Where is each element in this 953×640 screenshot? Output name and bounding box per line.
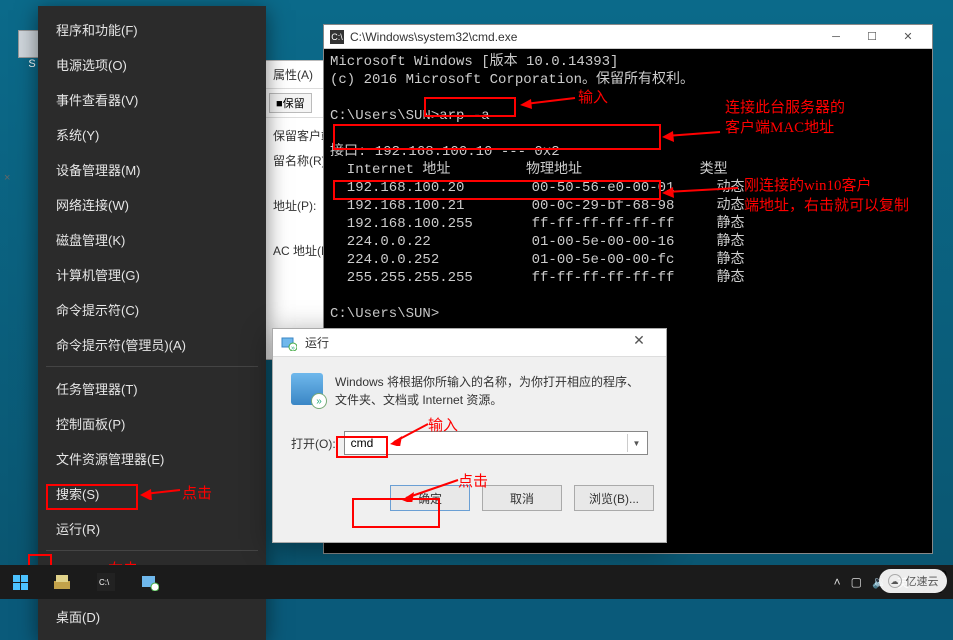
run-icon: »	[281, 335, 297, 351]
tray-chevron-icon[interactable]: ˄	[834, 575, 841, 589]
menu-item-control-panel[interactable]: 控制面板(P)	[38, 406, 266, 441]
menu-item-explorer[interactable]: 文件资源管理器(E)	[38, 441, 266, 476]
menu-item-system[interactable]: 系统(Y)	[38, 117, 266, 152]
run-input[interactable]: cmd ▼	[344, 431, 648, 455]
menu-item-task-manager[interactable]: 任务管理器(T)	[38, 371, 266, 406]
menu-item-network-connections[interactable]: 网络连接(W)	[38, 187, 266, 222]
dropdown-icon[interactable]: ▼	[627, 434, 645, 452]
taskbar: C:\ ˄ ▢ 🔉 英 13:59 201	[0, 565, 953, 599]
menu-item-device-manager[interactable]: 设备管理器(M)	[38, 152, 266, 187]
cmd-title-text: C:\Windows\system32\cmd.exe	[350, 30, 818, 44]
open-label: 打开(O):	[291, 435, 336, 452]
browse-button[interactable]: 浏览(B)...	[574, 485, 654, 511]
run-dialog: » 运行 ✕ Windows 将根据你所输入的名称，为你打开相应的程序、文件夹、…	[272, 328, 667, 543]
ok-button[interactable]: 确定	[390, 485, 470, 511]
menu-item-event-viewer[interactable]: 事件查看器(V)	[38, 82, 266, 117]
menu-separator	[46, 550, 258, 551]
cancel-button[interactable]: 取消	[482, 485, 562, 511]
network-icon[interactable]: ▢	[851, 575, 862, 589]
taskbar-app-dhcp[interactable]	[40, 565, 84, 599]
cmd-icon: C:\	[330, 30, 344, 44]
run-big-icon	[291, 373, 323, 405]
watermark: ☁ 亿速云	[879, 569, 947, 593]
start-button[interactable]	[0, 565, 40, 599]
menu-item-cmd-admin[interactable]: 命令提示符(管理员)(A)	[38, 327, 266, 362]
menu-item-search[interactable]: 搜索(S)	[38, 476, 266, 511]
menu-item-run[interactable]: 运行(R)	[38, 511, 266, 546]
menu-item-power-options[interactable]: 电源选项(O)	[38, 47, 266, 82]
svg-text:»: »	[291, 345, 295, 351]
menu-separator	[46, 366, 258, 367]
maximize-button[interactable]: ☐	[854, 27, 890, 47]
menu-item-computer-management[interactable]: 计算机管理(G)	[38, 257, 266, 292]
run-title-text: 运行	[305, 334, 620, 351]
run-titlebar[interactable]: » 运行 ✕	[273, 329, 666, 357]
svg-text:C:\: C:\	[99, 578, 110, 587]
run-input-value: cmd	[351, 436, 374, 450]
close-button[interactable]: ✕	[620, 332, 658, 354]
winx-context-menu: 程序和功能(F) 电源选项(O) 事件查看器(V) 系统(Y) 设备管理器(M)…	[38, 6, 266, 640]
scroll-marker: ×	[4, 172, 18, 186]
taskbar-app-run[interactable]	[128, 565, 172, 599]
menu-item-disk-management[interactable]: 磁盘管理(K)	[38, 222, 266, 257]
run-description: Windows 将根据你所输入的名称，为你打开相应的程序、文件夹、文档或 Int…	[335, 373, 648, 409]
cmd-titlebar[interactable]: C:\ C:\Windows\system32\cmd.exe ─ ☐ ✕	[324, 25, 932, 49]
toolbar-button[interactable]: ■保留	[269, 93, 312, 113]
menu-item-programs[interactable]: 程序和功能(F)	[38, 12, 266, 47]
menu-item-desktop[interactable]: 桌面(D)	[38, 599, 266, 634]
tab-label[interactable]: 属性(A)	[273, 68, 313, 82]
minimize-button[interactable]: ─	[818, 27, 854, 47]
windows-logo-icon	[13, 575, 28, 590]
taskbar-app-cmd[interactable]: C:\	[84, 565, 128, 599]
close-button[interactable]: ✕	[890, 27, 926, 47]
cloud-icon: ☁	[888, 574, 902, 588]
menu-item-cmd[interactable]: 命令提示符(C)	[38, 292, 266, 327]
